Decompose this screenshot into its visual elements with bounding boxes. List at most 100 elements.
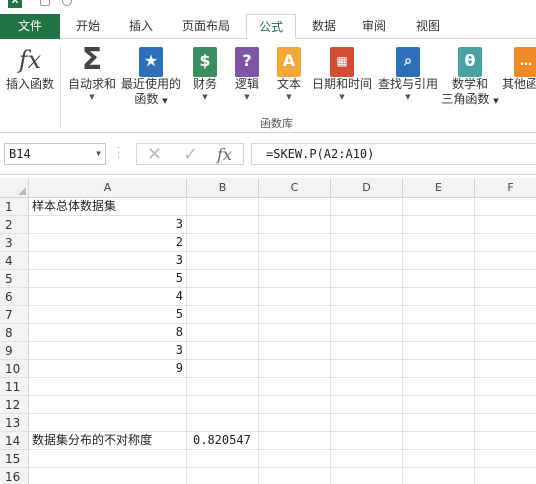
cell-f13[interactable] [475,414,536,432]
cell-e7[interactable] [403,306,475,324]
cell-c5[interactable] [259,270,331,288]
cell-b14[interactable]: 0.820547 [187,432,259,450]
cell-a10[interactable]: 9 [29,360,187,378]
cell-a5[interactable]: 5 [29,270,187,288]
cell-a8[interactable]: 8 [29,324,187,342]
cell-a12[interactable] [29,396,187,414]
tab-file[interactable]: 文件 [0,14,60,39]
cell-d6[interactable] [331,288,403,306]
cell-e14[interactable] [403,432,475,450]
column-header-e[interactable]: E [403,178,475,198]
recently-used-button[interactable]: ★ 最近使用的 函数 ▼ [120,43,182,109]
cell-f12[interactable] [475,396,536,414]
cell-f1[interactable] [475,198,536,216]
drag-handle-icon[interactable]: · · · [117,144,120,164]
row-header[interactable]: 7 [0,306,29,324]
cell-e9[interactable] [403,342,475,360]
column-header-c[interactable]: C [259,178,331,198]
row-header[interactable]: 10 [0,360,29,378]
cell-c11[interactable] [259,378,331,396]
cell-a14[interactable]: 数据集分布的不对称度 [29,432,187,450]
text-button[interactable]: A 文本 ▼ [272,43,306,102]
column-header-f[interactable]: F [475,178,536,198]
row-header[interactable]: 9 [0,342,29,360]
cell-f7[interactable] [475,306,536,324]
cell-d4[interactable] [331,252,403,270]
cell-b10[interactable] [187,360,259,378]
row-header[interactable]: 15 [0,450,29,468]
cell-d12[interactable] [331,396,403,414]
cell-f10[interactable] [475,360,536,378]
logical-button[interactable]: ? 逻辑 ▼ [230,43,264,102]
cell-f4[interactable] [475,252,536,270]
tab-review[interactable]: 审阅 [352,14,396,38]
cell-c13[interactable] [259,414,331,432]
cell-e15[interactable] [403,450,475,468]
row-header[interactable]: 3 [0,234,29,252]
cell-e11[interactable] [403,378,475,396]
cell-b2[interactable] [187,216,259,234]
cell-b9[interactable] [187,342,259,360]
cell-f8[interactable] [475,324,536,342]
cell-a6[interactable]: 4 [29,288,187,306]
cell-a7[interactable]: 5 [29,306,187,324]
row-header[interactable]: 5 [0,270,29,288]
cell-d2[interactable] [331,216,403,234]
row-header[interactable]: 1 [0,198,29,216]
cell-b15[interactable] [187,450,259,468]
cell-c15[interactable] [259,450,331,468]
row-header[interactable]: 16 [0,468,29,484]
cell-c9[interactable] [259,342,331,360]
cell-b7[interactable] [187,306,259,324]
cancel-icon[interactable]: ✕ [147,144,162,166]
column-header-b[interactable]: B [187,178,259,198]
cell-b13[interactable] [187,414,259,432]
cell-b6[interactable] [187,288,259,306]
cell-b16[interactable] [187,468,259,484]
more-functions-button[interactable]: … 其他函 [502,43,536,92]
cell-b8[interactable] [187,324,259,342]
cell-d8[interactable] [331,324,403,342]
cell-a13[interactable] [29,414,187,432]
cell-a16[interactable] [29,468,187,484]
row-header[interactable]: 14 [0,432,29,450]
cell-c16[interactable] [259,468,331,484]
cell-d15[interactable] [331,450,403,468]
cell-e1[interactable] [403,198,475,216]
cell-e16[interactable] [403,468,475,484]
cell-a9[interactable]: 3 [29,342,187,360]
cell-c12[interactable] [259,396,331,414]
cell-c3[interactable] [259,234,331,252]
cell-e13[interactable] [403,414,475,432]
cell-d5[interactable] [331,270,403,288]
column-header-a[interactable]: A [29,178,187,198]
row-header[interactable]: 4 [0,252,29,270]
select-all-corner[interactable] [0,178,29,198]
cell-e10[interactable] [403,360,475,378]
cell-c4[interactable] [259,252,331,270]
cell-f9[interactable] [475,342,536,360]
cell-e4[interactable] [403,252,475,270]
math-trig-button[interactable]: θ 数学和 三角函数 ▼ [440,43,500,109]
save-icon[interactable] [40,0,50,6]
tab-page-layout[interactable]: 页面布局 [172,14,240,38]
cell-e8[interactable] [403,324,475,342]
insert-function-fx-icon[interactable]: fx [217,144,232,166]
cell-a3[interactable]: 2 [29,234,187,252]
cell-b11[interactable] [187,378,259,396]
cell-f2[interactable] [475,216,536,234]
row-header[interactable]: 11 [0,378,29,396]
row-header[interactable]: 12 [0,396,29,414]
chevron-down-icon[interactable]: ▼ [96,144,101,164]
tab-home[interactable]: 开始 [64,14,112,38]
cell-a15[interactable] [29,450,187,468]
cell-f14[interactable] [475,432,536,450]
name-box[interactable]: B14 ▼ [4,143,106,165]
cell-b4[interactable] [187,252,259,270]
lookup-reference-button[interactable]: ⌕ 查找与引用 ▼ [376,43,440,102]
row-header[interactable]: 2 [0,216,29,234]
cell-f15[interactable] [475,450,536,468]
cell-d9[interactable] [331,342,403,360]
insert-function-button[interactable]: fx 插入函数 [4,43,56,92]
autosum-button[interactable]: Σ 自动求和 ▼ [66,43,118,102]
